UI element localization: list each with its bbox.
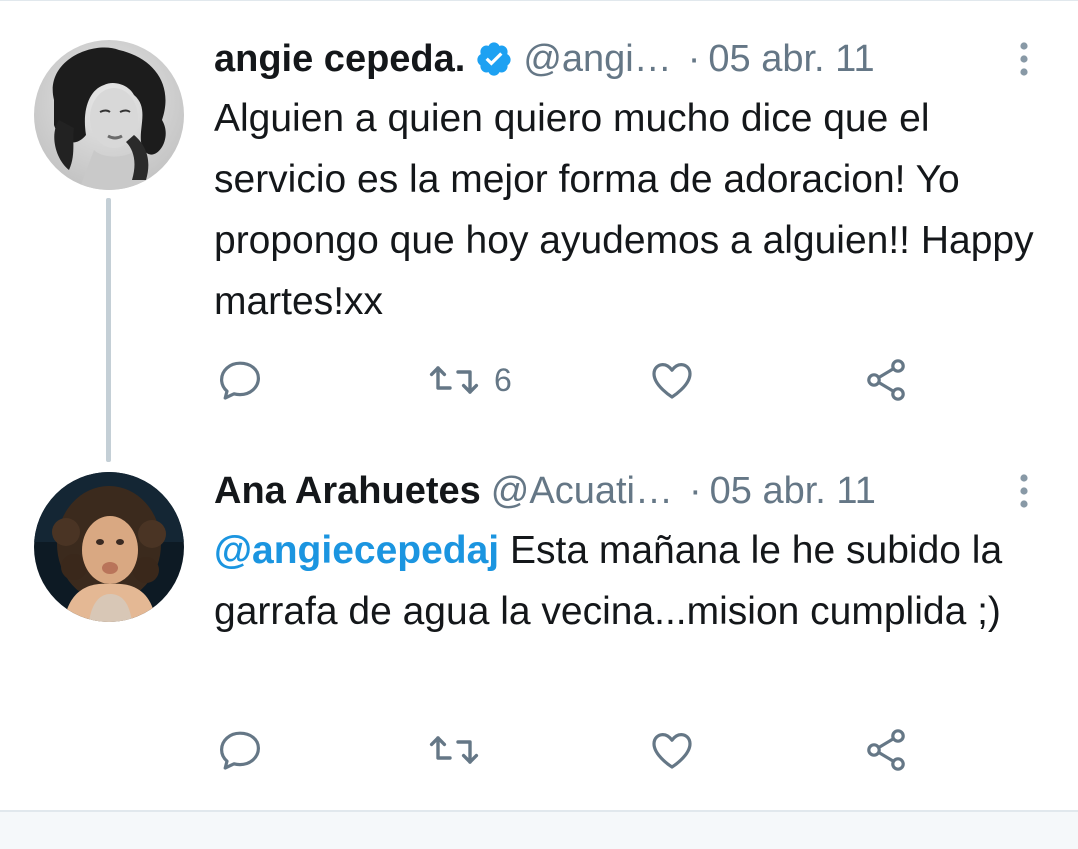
tweet-text: @angiecepedaj Esta mañana le he subido l… <box>214 520 1054 642</box>
retweet-icon <box>429 366 479 394</box>
verified-badge-icon <box>475 40 513 78</box>
tweet-text: Alguien a quien quiero mucho dice que el… <box>214 88 1054 332</box>
more-icon[interactable] <box>1012 39 1036 79</box>
header-separator: · <box>687 38 701 80</box>
user-handle[interactable]: @Acuati… <box>491 466 673 516</box>
like-button[interactable] <box>648 355 696 405</box>
reply-button[interactable] <box>216 725 264 775</box>
tweet-header: Ana Arahuetes @Acuati… · 05 abr. 11 <box>214 466 1004 516</box>
like-icon <box>652 363 692 399</box>
retweet-icon <box>429 736 479 764</box>
more-icon[interactable] <box>1012 471 1036 511</box>
user-handle[interactable]: @angi… <box>523 34 671 84</box>
avatar[interactable] <box>34 472 184 622</box>
mention-link[interactable]: @angiecepedaj <box>214 529 499 572</box>
display-name[interactable]: Ana Arahuetes <box>214 466 481 516</box>
avatar[interactable] <box>34 40 184 190</box>
share-icon <box>867 729 905 771</box>
bottom-divider-band <box>0 810 1078 849</box>
share-button[interactable] <box>862 725 910 775</box>
retweet-count: 6 <box>494 361 512 398</box>
tweet-date[interactable]: 05 abr. 11 <box>708 34 874 84</box>
tweet-header: angie cepeda. @angi… · 05 abr. 11 <box>214 34 1004 84</box>
like-button[interactable] <box>648 725 696 775</box>
avatar-photo <box>34 472 184 622</box>
reply-button[interactable] <box>216 355 264 405</box>
share-button[interactable] <box>862 355 910 405</box>
share-icon <box>867 359 905 401</box>
reply-icon <box>220 731 260 770</box>
retweet-button[interactable] <box>428 725 494 775</box>
like-icon <box>652 733 692 769</box>
display-name[interactable]: angie cepeda. <box>214 34 465 84</box>
tweet-1[interactable]: angie cepeda. @angi… · 05 abr. 11 Alguie… <box>0 0 1078 430</box>
tweet-date[interactable]: 05 abr. 11 <box>710 466 876 516</box>
tweet-body: Alguien a quien quiero mucho dice que el… <box>214 97 1034 323</box>
header-separator: · <box>688 470 702 512</box>
tweet-2[interactable]: Ana Arahuetes @Acuati… · 05 abr. 11 @ang… <box>0 430 1078 810</box>
reply-icon <box>220 361 260 400</box>
retweet-button[interactable]: 6 <box>428 355 512 405</box>
avatar-photo-bw <box>34 40 184 190</box>
tweet-actions <box>0 725 1078 775</box>
tweet-actions: 6 <box>0 355 1078 405</box>
